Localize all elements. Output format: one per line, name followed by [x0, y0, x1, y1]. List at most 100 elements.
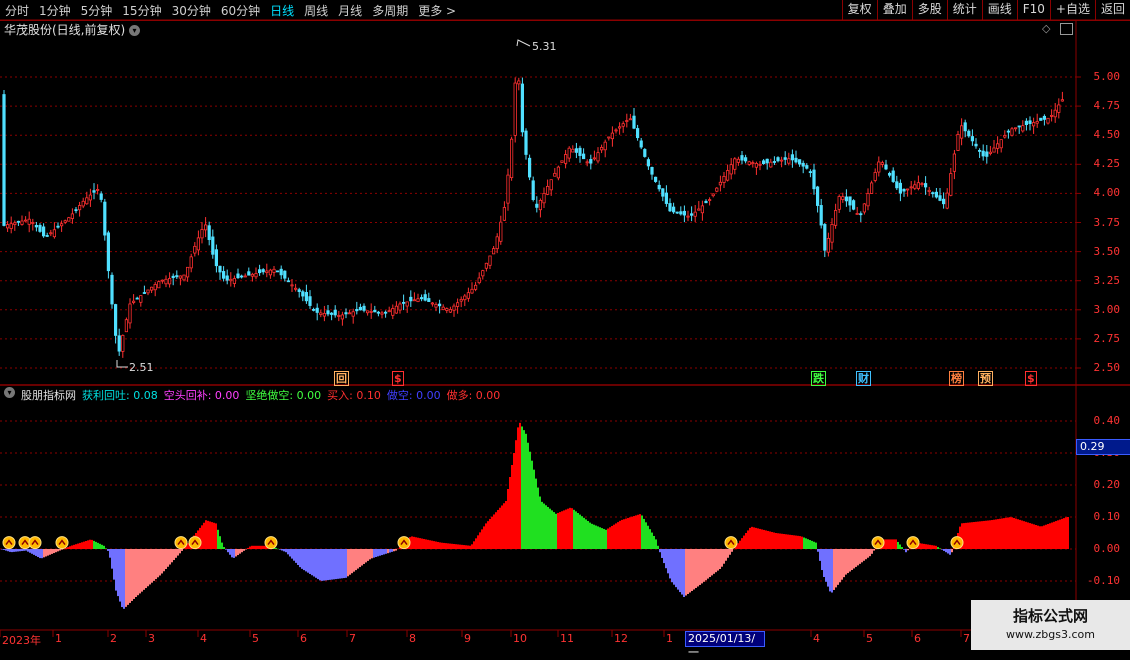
candle-body	[9, 223, 13, 229]
date-axis-label: 5	[866, 632, 873, 645]
indicator-bar	[211, 522, 213, 549]
indicator-bar	[671, 549, 673, 583]
candle-body	[401, 301, 406, 304]
indicator-bar	[331, 549, 333, 580]
candle-body	[247, 271, 251, 276]
indicator-bar	[739, 540, 741, 549]
indicator-bar	[475, 538, 477, 549]
indicator-bar	[849, 549, 851, 572]
indicator-bar	[509, 477, 511, 549]
event-marker[interactable]: $	[1025, 371, 1037, 386]
candle-body	[783, 157, 787, 160]
candle-body	[218, 265, 222, 273]
candle-body	[682, 210, 687, 216]
candle-body	[632, 115, 636, 129]
candle-body	[549, 179, 553, 191]
toolbar-button-1[interactable]: 叠加	[876, 0, 912, 20]
indicator-bar	[87, 540, 89, 549]
diamond-icon[interactable]: ◇	[1042, 22, 1050, 35]
toolbar-button-5[interactable]: F10	[1016, 0, 1050, 20]
candle-body	[409, 296, 413, 302]
candle-body	[931, 192, 935, 195]
indicator-bar	[297, 549, 299, 565]
indicator-bar	[787, 534, 789, 549]
tab-9[interactable]: 多周期	[367, 2, 413, 19]
indicator-bar	[595, 525, 597, 549]
chevron-down-icon[interactable]: ▾	[129, 25, 141, 36]
candle-body	[351, 311, 355, 317]
indicator-bar	[83, 541, 85, 549]
tab-2[interactable]: 5分钟	[76, 2, 118, 19]
candle-body	[870, 182, 874, 194]
indicator-bar	[451, 543, 453, 549]
buy-signal-icon	[174, 536, 188, 550]
event-marker[interactable]: 跌	[811, 371, 826, 386]
candlesticks	[2, 77, 1064, 358]
chevron-down-icon[interactable]: ▾	[4, 387, 15, 398]
indicator-bar	[1, 549, 3, 550]
indicator-bar	[139, 549, 141, 594]
tab-5[interactable]: 60分钟	[216, 2, 265, 19]
indicator-bar	[1001, 518, 1003, 549]
candle-body	[769, 161, 773, 168]
toolbar-button-2[interactable]: 多股	[911, 0, 947, 20]
candle-body	[488, 255, 492, 266]
event-marker[interactable]: 财	[856, 371, 871, 386]
candle-body	[257, 269, 262, 274]
indicator-bar	[207, 520, 209, 549]
indicator-bar	[929, 544, 931, 549]
indicator-bar	[447, 543, 449, 549]
indicator-bar	[557, 512, 559, 549]
candle-body	[380, 312, 384, 315]
event-marker[interactable]: 预	[978, 371, 993, 386]
indicator-bar	[699, 549, 701, 585]
tab-7[interactable]: 周线	[299, 2, 333, 19]
candle-body	[988, 151, 993, 154]
candle-body	[888, 172, 892, 176]
candle-body	[690, 213, 694, 216]
candle-body	[308, 296, 312, 306]
event-marker[interactable]: 回	[334, 371, 349, 386]
indicator-bar	[427, 539, 429, 549]
watermark: 指标公式网 www.zbgs3.com	[971, 600, 1130, 650]
candle-body	[236, 273, 240, 279]
tab-10[interactable]: 更多 >	[413, 2, 461, 19]
buy-signal-icon	[188, 536, 202, 550]
date-axis-label: 5	[252, 632, 259, 645]
indicator-bar	[247, 547, 249, 549]
candle-body	[301, 291, 305, 297]
indicator-bar	[241, 549, 243, 553]
event-marker[interactable]: 榜	[949, 371, 964, 386]
indicator-bar	[363, 549, 365, 564]
candle-body	[283, 270, 287, 279]
tab-6[interactable]: 日线	[265, 2, 299, 19]
indicator-bar	[63, 548, 65, 550]
indicator-bar	[209, 521, 211, 549]
indicator-bar	[375, 549, 377, 557]
tab-8[interactable]: 月线	[333, 2, 367, 19]
panel-toggle-icon[interactable]	[1060, 23, 1073, 35]
indicator-bar	[391, 549, 393, 552]
indicator-bar	[531, 460, 533, 549]
indicator-bar	[57, 549, 59, 552]
candle-body	[74, 209, 78, 212]
tab-4[interactable]: 30分钟	[167, 2, 216, 19]
toolbar-button-4[interactable]: 画线	[981, 0, 1017, 20]
period-tabs: 分时 1分钟 5分钟 15分钟 30分钟 60分钟 日线 周线 月线 多周期 更多 >	[0, 0, 461, 20]
indicator-bar	[901, 547, 903, 549]
indicator-item-5: 做多: 0.00	[447, 387, 501, 403]
candle-body	[340, 314, 345, 320]
indicator-bar	[393, 549, 395, 552]
candle-body	[582, 153, 586, 160]
indicator-bar	[795, 535, 797, 549]
tab-3[interactable]: 15分钟	[117, 2, 166, 19]
toolbar-button-0[interactable]: 复权	[841, 0, 877, 20]
candle-body	[405, 301, 409, 307]
tab-1[interactable]: 1分钟	[34, 2, 76, 19]
candle-body	[391, 308, 395, 316]
event-marker[interactable]: $	[392, 371, 404, 386]
candle-body	[607, 136, 611, 139]
toolbar-button-3[interactable]: 统计	[946, 0, 982, 20]
tab-0[interactable]: 分时	[0, 2, 34, 19]
indicator-bar	[345, 549, 347, 578]
